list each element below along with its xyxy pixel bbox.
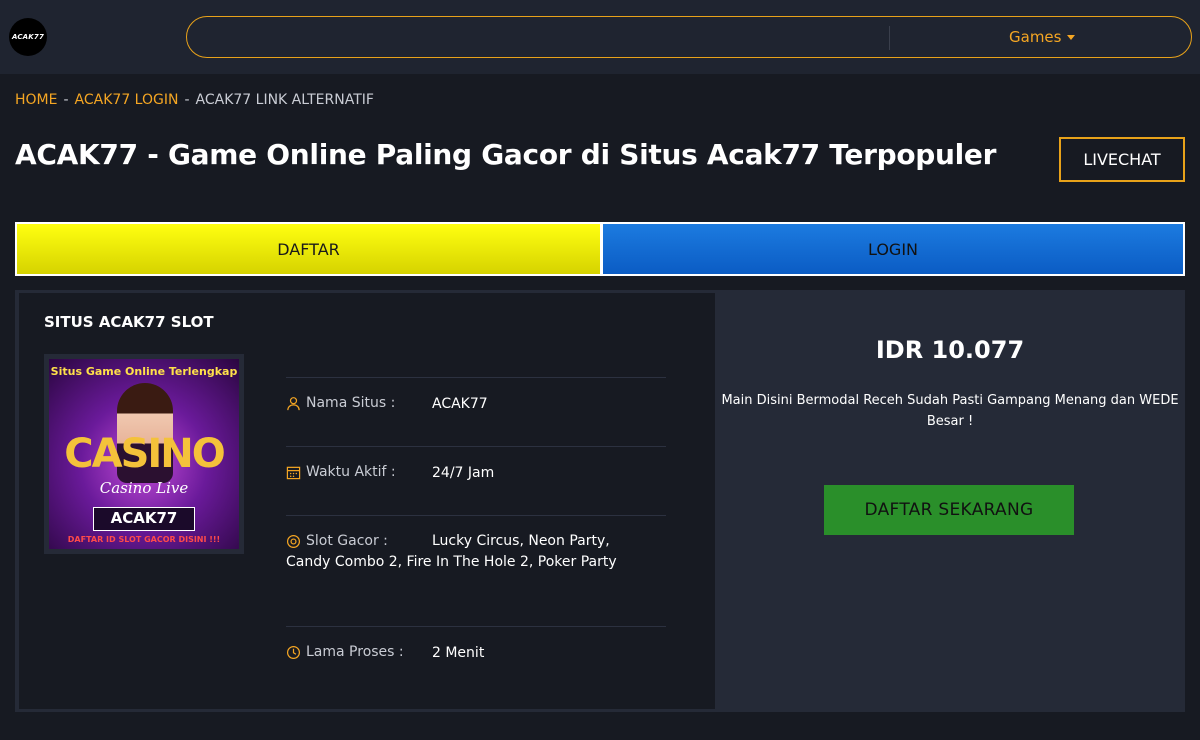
site-info-left: SITUS ACAK77 SLOT Situs Game Online Terl… <box>19 293 715 709</box>
promo-banner: Situs Game Online Terlengkap CASINO Casi… <box>44 354 244 554</box>
info-value: ACAK77 <box>432 396 488 412</box>
info-value: 24/7 Jam <box>432 465 495 481</box>
info-value: Lucky Circus, Neon Party, Candy Combo 2,… <box>286 533 617 570</box>
site-info-panel: SITUS ACAK77 SLOT Situs Game Online Terl… <box>15 290 1185 712</box>
livechat-button[interactable]: LIVECHAT <box>1059 137 1185 182</box>
games-label: Games <box>1009 28 1062 46</box>
breadcrumb-separator: - <box>184 92 190 108</box>
breadcrumb-separator: - <box>63 92 69 108</box>
site-logo[interactable]: ACAK77 <box>9 18 47 56</box>
games-dropdown[interactable]: Games <box>1009 28 1076 46</box>
caret-down-icon <box>1067 34 1076 40</box>
nav-menu: Games <box>186 16 1192 58</box>
clock-icon <box>286 645 301 660</box>
user-icon <box>286 396 301 411</box>
banner-top-text: Situs Game Online Terlengkap <box>50 365 238 378</box>
promo-tagline: Main Disini Bermodal Receh Sudah Pasti G… <box>721 393 1179 429</box>
info-value: 2 Menit <box>432 645 485 661</box>
banner-logo: ACAK77 <box>93 507 195 531</box>
section-title: SITUS ACAK77 SLOT <box>44 313 214 331</box>
banner-bottom-text: DAFTAR ID SLOT GACOR DISINI !!! <box>67 535 221 544</box>
info-label-text: Nama Situs : <box>306 395 396 411</box>
daftar-sekarang-button[interactable]: DAFTAR SEKARANG <box>824 485 1074 535</box>
info-label: Waktu Aktif : <box>286 464 396 480</box>
logo-text: ACAK77 <box>11 33 45 41</box>
info-label: Nama Situs : <box>286 395 395 411</box>
info-row-slot-gacor: Slot Gacor : Lucky Circus, Neon Party, C… <box>286 515 666 626</box>
login-button[interactable]: LOGIN <box>603 224 1183 274</box>
info-row-lama-proses: Lama Proses : 2 Menit <box>286 626 666 695</box>
breadcrumb-current: ACAK77 LINK ALTERNATIF <box>195 92 374 108</box>
breadcrumb-home[interactable]: HOME <box>15 92 57 108</box>
page-title: ACAK77 - Game Online Paling Gacor di Sit… <box>15 138 997 171</box>
info-label-text: Lama Proses : <box>306 644 404 660</box>
breadcrumb-login[interactable]: ACAK77 LOGIN <box>75 92 179 108</box>
nav-divider <box>889 26 890 50</box>
breadcrumb: HOME - ACAK77 LOGIN - ACAK77 LINK ALTERN… <box>15 92 374 108</box>
daftar-button[interactable]: DAFTAR <box>17 224 600 274</box>
info-row-nama-situs: Nama Situs : ACAK77 <box>286 377 666 446</box>
info-label: Lama Proses : <box>286 644 404 660</box>
deposit-price: IDR 10.077 <box>875 336 1025 364</box>
info-label-text: Waktu Aktif : <box>306 464 396 480</box>
banner-casino-text: CASINO <box>64 431 225 477</box>
info-table: Nama Situs : ACAK77 Waktu Aktif : 24/7 J… <box>286 377 666 695</box>
site-info-right: IDR 10.077 Main Disini Bermodal Receh Su… <box>715 290 1185 712</box>
calendar-icon <box>286 465 301 480</box>
info-row-waktu-aktif: Waktu Aktif : 24/7 Jam <box>286 446 666 515</box>
promo-banner-image: Situs Game Online Terlengkap CASINO Casi… <box>49 359 239 549</box>
auth-buttons: DAFTAR LOGIN <box>15 222 1185 276</box>
top-navbar: ACAK77 Games <box>0 0 1200 74</box>
banner-live-text: Casino Live <box>99 479 189 497</box>
